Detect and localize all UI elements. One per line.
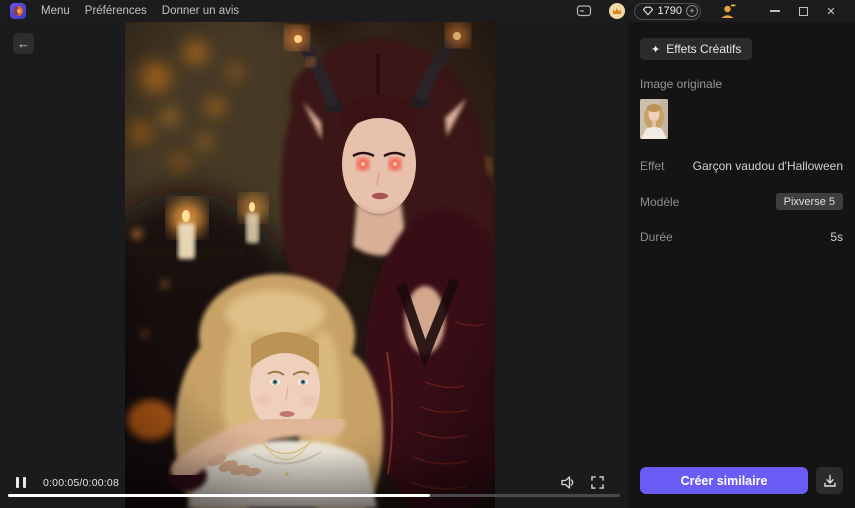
download-button[interactable] [816,467,843,494]
panel-actions: Créer similaire [640,467,843,494]
original-image-label: Image originale [640,77,723,91]
menu-button[interactable]: Menu [41,5,70,17]
create-similar-button[interactable]: Créer similaire [640,467,808,494]
titlebar-right: 1790 + ✕ [576,0,845,22]
back-button[interactable]: ← [13,33,34,54]
pause-icon [16,477,19,488]
maximize-icon [798,6,808,16]
playback-time: 0:00:05/0:00:08 [43,476,119,489]
video-frame[interactable] [125,22,495,508]
fullscreen-button[interactable] [591,476,604,489]
model-label: Modèle [640,194,680,209]
close-icon: ✕ [826,5,836,18]
seek-bar[interactable] [8,494,620,497]
player-controls-right [560,475,604,490]
thumbnail-portrait [640,99,668,139]
creative-effects-button[interactable]: ✦ Effets Créatifs [640,38,753,60]
video-player: ← 0:00:05/0:00:08 [0,22,628,508]
titlebar: Menu Préférences Donner un avis 1790 + ✕ [0,0,855,22]
details-panel: ✦ Effets Créatifs Image originale Effet … [628,22,855,508]
video-artwork [125,22,495,508]
membership-crown-icon[interactable] [608,3,625,19]
credits-amount: 1790 [657,5,682,17]
titlebar-left: Menu Préférences Donner un avis [10,3,239,19]
preferences-button[interactable]: Préférences [85,5,147,17]
add-credits-icon[interactable]: + [686,5,698,17]
model-row: Modèle Pixverse 5 [640,193,843,210]
give-feedback-button[interactable]: Donner un avis [162,5,239,17]
effect-value: Garçon vaudou d'Halloween [692,159,843,173]
volume-button[interactable] [560,475,576,490]
duration-value: 5s [830,230,843,244]
effect-row: Effet Garçon vaudou d'Halloween [640,159,843,173]
maximize-button[interactable] [789,0,817,22]
duration-label: Durée [640,230,673,244]
original-image-thumbnail[interactable] [640,99,668,139]
message-icon[interactable] [576,4,592,18]
back-arrow-icon: ← [17,36,30,51]
download-icon [823,474,836,487]
app-window: Menu Préférences Donner un avis 1790 + ✕… [0,0,855,508]
app-logo-icon [10,3,26,19]
creative-effects-label: Effets Créatifs [666,42,742,56]
credits-counter[interactable]: 1790 + [633,2,701,20]
effect-label: Effet [640,159,665,173]
minimize-button[interactable] [761,0,789,22]
duration-row: Durée 5s [640,230,843,244]
main-area: ← 0:00:05/0:00:08 ✦ Effets Créatifs Imag… [0,22,855,508]
player-controls: 0:00:05/0:00:08 [16,475,604,490]
pause-button[interactable] [16,477,26,488]
sparkle-icon: ✦ [651,43,661,56]
close-button[interactable]: ✕ [817,0,845,22]
progress-fill [8,494,431,497]
model-badge: Pixverse 5 [775,193,843,210]
diamond-icon [642,6,653,16]
account-icon[interactable] [719,3,737,19]
minimize-icon [770,10,780,12]
